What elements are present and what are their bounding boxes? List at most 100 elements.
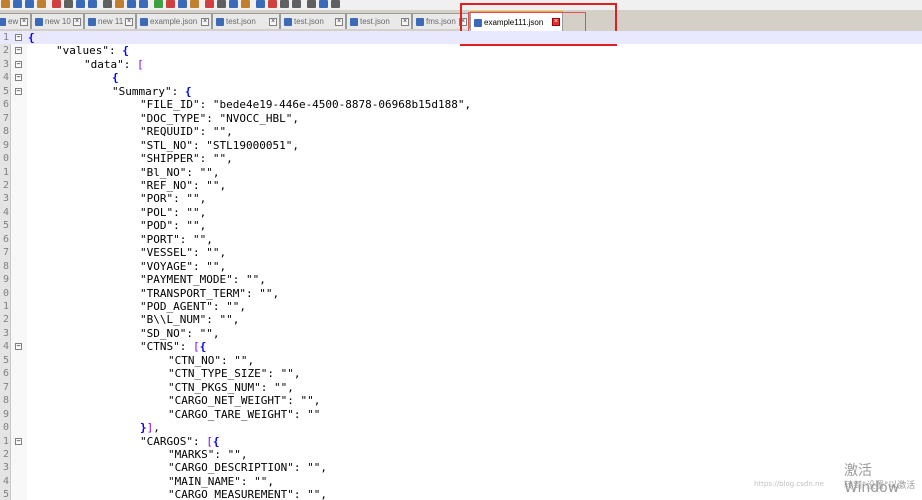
fold-toggle-icon[interactable]: − <box>15 437 22 445</box>
toolbar-icon[interactable] <box>127 0 136 8</box>
tab-label: test.json <box>360 17 390 26</box>
line-number: 8 <box>2 260 9 272</box>
toolbar-icon[interactable] <box>154 0 163 8</box>
code-line[interactable]: 0 "TRANSPORT_TERM": "", <box>0 287 922 300</box>
toolbar-icon[interactable] <box>139 0 148 8</box>
toolbar-icon[interactable] <box>229 0 238 8</box>
code-line[interactable]: 4 "POL": "", <box>0 206 922 219</box>
code-line[interactable]: 5 "CARGO_MEASUREMENT": "", <box>0 488 922 500</box>
toolbar-icon[interactable] <box>190 0 199 8</box>
tab-label: test.json <box>226 17 256 26</box>
toolbar-icon[interactable] <box>319 0 328 8</box>
code-text: "DOC_TYPE": "NVOCC_HBL", <box>140 111 299 125</box>
line-number: 4 <box>2 206 9 218</box>
code-line[interactable]: 1− "CARGOS": [{ <box>0 435 922 448</box>
code-line[interactable]: 7 "DOC_TYPE": "NVOCC_HBL", <box>0 112 922 125</box>
code-line[interactable]: 3− "data": [ <box>0 58 922 71</box>
fold-toggle-icon[interactable]: − <box>15 60 22 68</box>
code-line[interactable]: 3 "POR": "", <box>0 192 922 205</box>
code-line[interactable]: 7 "VESSEL": "", <box>0 246 922 259</box>
code-text: "CTNS": [{ <box>140 340 207 354</box>
toolbar-icon[interactable] <box>166 0 175 8</box>
line-number: 1 <box>2 166 9 178</box>
toolbar-icon[interactable] <box>13 0 22 8</box>
code-line[interactable]: 6 "PORT": "", <box>0 233 922 246</box>
fold-toggle-icon[interactable]: − <box>15 87 22 95</box>
code-line[interactable]: 2− "values": { <box>0 44 922 57</box>
close-icon[interactable]: × <box>459 18 467 26</box>
code-line[interactable]: 9 "PAYMENT_MODE": "", <box>0 273 922 286</box>
code-line[interactable]: 5 "POD": "", <box>0 219 922 232</box>
close-icon[interactable]: × <box>552 18 560 26</box>
code-line[interactable]: 4− { <box>0 71 922 84</box>
code-line[interactable]: 6 "FILE_ID": "bede4e19-446e-4500-8878-069… <box>0 98 922 111</box>
toolbar-icon[interactable] <box>307 0 316 8</box>
tab[interactable]: test.json × <box>280 13 346 29</box>
tab-label: fms.json <box>426 17 456 26</box>
toolbar-icon[interactable] <box>268 0 277 8</box>
line-number: 4 <box>2 341 9 353</box>
code-line[interactable]: 9 "STL_NO": "STL19000051", <box>0 139 922 152</box>
code-text: "SHIPPER": "", <box>140 152 233 166</box>
fold-toggle-icon[interactable]: − <box>15 34 22 41</box>
toolbar-icon[interactable] <box>25 0 34 8</box>
toolbar-icon[interactable] <box>103 0 112 8</box>
close-icon[interactable]: × <box>401 18 409 26</box>
close-icon[interactable]: × <box>335 18 343 26</box>
code-line[interactable]: 8 "REQUUID": "", <box>0 125 922 138</box>
toolbar-icon[interactable] <box>115 0 124 8</box>
tab[interactable]: fms.json × <box>412 13 470 29</box>
close-icon[interactable]: × <box>73 18 81 26</box>
close-icon[interactable]: × <box>20 18 28 26</box>
toolbar-icon[interactable] <box>292 0 301 8</box>
code-line[interactable]: 1−{ <box>0 31 922 45</box>
toolbar-icon[interactable] <box>88 0 97 8</box>
fold-toggle-icon[interactable]: − <box>15 74 22 82</box>
toolbar-icon[interactable] <box>217 0 226 8</box>
code-line[interactable]: 8 "VOYAGE": "", <box>0 260 922 273</box>
toolbar-icon[interactable] <box>64 0 73 8</box>
toolbar-icon[interactable] <box>76 0 85 8</box>
code-line[interactable]: 5 "CTN_NO": "", <box>0 354 922 367</box>
tab[interactable]: new 10 × <box>31 13 84 29</box>
close-icon[interactable]: × <box>269 18 277 26</box>
code-line[interactable]: 2 "B\\L_NUM": "", <box>0 313 922 326</box>
code-line[interactable]: 3 "SD_NO": "", <box>0 327 922 340</box>
tab[interactable]: test.json × <box>346 13 412 29</box>
code-line[interactable]: 5− "Summary": { <box>0 85 922 98</box>
code-line[interactable]: 0 "SHIPPER": "", <box>0 152 922 165</box>
toolbar-icon[interactable] <box>52 0 61 8</box>
tab[interactable]: test.json × <box>212 13 280 29</box>
tab-active[interactable]: example111.json × <box>470 11 563 31</box>
code-line[interactable]: 2 "MARKS": "", <box>0 448 922 461</box>
toolbar-icon[interactable] <box>280 0 289 8</box>
fold-toggle-icon[interactable]: − <box>15 47 22 55</box>
close-icon[interactable]: × <box>201 18 209 26</box>
line-number: 0 <box>2 287 9 299</box>
toolbar-icon[interactable] <box>256 0 265 8</box>
code-line[interactable]: 6 "CTN_TYPE_SIZE": "", <box>0 367 922 380</box>
fold-toggle-icon[interactable]: − <box>15 343 22 351</box>
code-line[interactable]: 9 "CARGO_TARE_WEIGHT": "" <box>0 408 922 421</box>
file-icon <box>35 18 43 26</box>
code-line[interactable]: 8 "CARGO_NET_WEIGHT": "", <box>0 394 922 407</box>
code-text: "VOYAGE": "", <box>140 259 227 273</box>
toolbar-icon[interactable] <box>37 0 46 8</box>
toolbar-icon[interactable] <box>331 0 340 8</box>
toolbar-icon[interactable] <box>241 0 250 8</box>
code-line[interactable]: 1 "Bl_NO": "", <box>0 166 922 179</box>
editor[interactable]: 1−{2− "values": {3− "data": [4−{5− "Summary… <box>0 31 922 500</box>
toolbar-icon[interactable] <box>1 0 10 8</box>
code-line[interactable]: 1 "POD_AGENT": "", <box>0 300 922 313</box>
close-icon[interactable]: × <box>125 18 133 26</box>
code-line[interactable]: 7 "CTN_PKGS_NUM": "", <box>0 381 922 394</box>
code-line[interactable]: 2 "REF_NO": "", <box>0 179 922 192</box>
toolbar-icon[interactable] <box>178 0 187 8</box>
code-line[interactable]: 4− "CTNS": [{ <box>0 340 922 353</box>
tab[interactable]: new 11 × <box>84 13 136 29</box>
tab[interactable]: ew 9 × <box>0 13 31 29</box>
code-line[interactable]: 0}], <box>0 421 922 434</box>
code-line[interactable]: 3 "CARGO_DESCRIPTION": "", <box>0 461 922 474</box>
tab[interactable]: example.json × <box>136 13 212 29</box>
toolbar-icon[interactable] <box>205 0 214 8</box>
